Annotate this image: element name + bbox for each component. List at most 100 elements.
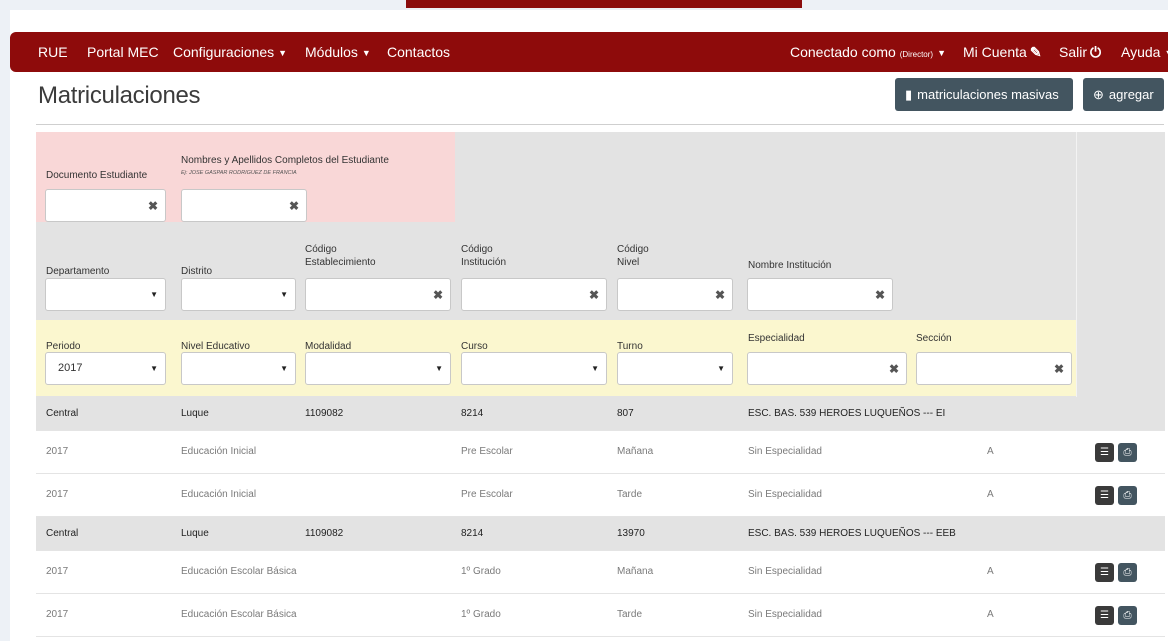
clear-icon[interactable]: ✖ [715, 288, 725, 302]
nav-item-contactos[interactable]: Contactos [387, 32, 450, 72]
title-divider [36, 124, 1164, 125]
cell-curso: 1º Grado [461, 609, 501, 620]
group-row: Central Luque 1109082 8214 807 ESC. BAS.… [36, 397, 1165, 431]
label-line: Nivel [617, 257, 640, 268]
list-icon[interactable]: ☰ [1095, 486, 1114, 505]
navbar: RUE Portal MEC Configuraciones ▼ Módulos ▼… [10, 32, 1168, 72]
label-line: Institución [461, 257, 507, 268]
clear-icon[interactable]: ✖ [589, 288, 599, 302]
cell-curso: Pre Escolar [461, 489, 513, 500]
dropdown-arrow-icon: ▼ [435, 364, 443, 373]
documento-input[interactable]: ✖ [45, 189, 166, 222]
table-row: 2017 Educación Escolar Básica 1º Grado M… [36, 551, 1165, 594]
nav-label: Módulos [305, 44, 358, 60]
label-line: Establecimiento [305, 257, 376, 268]
print-icon[interactable]: ⎙ [1118, 606, 1137, 625]
print-icon[interactable]: ⎙ [1118, 486, 1137, 505]
list-icon[interactable]: ☰ [1095, 443, 1114, 462]
nav-item-portal-mec[interactable]: Portal MEC [87, 32, 159, 72]
connected-label: Conectado como [790, 44, 896, 60]
account-label: Mi Cuenta [963, 44, 1027, 60]
clear-icon[interactable]: ✖ [889, 362, 899, 376]
connected-role: (Director) [899, 50, 934, 59]
connected-as-menu[interactable]: Conectado como (Director) ▼ [790, 32, 946, 72]
logout-link[interactable]: Salir ⏻ [1059, 32, 1101, 72]
print-icon[interactable]: ⎙ [1118, 443, 1137, 462]
logout-label: Salir [1059, 44, 1088, 60]
cell-turno: Tarde [617, 609, 643, 620]
table-row: 2017 Educación Escolar Básica 1º Grado T… [36, 594, 1165, 637]
cell-turno: Tarde [617, 489, 643, 500]
dropdown-arrow-icon: ▼ [150, 290, 158, 299]
caret-down-icon: ▼ [937, 48, 946, 58]
group-cod-nivel: 13970 [617, 528, 645, 539]
clear-icon[interactable]: ✖ [875, 288, 885, 302]
column-divider [1076, 132, 1077, 397]
group-cod-institucion: 8214 [461, 528, 484, 539]
list-icon[interactable]: ☰ [1095, 606, 1114, 625]
button-label: agregar [1108, 87, 1154, 102]
field-value: 2017 [58, 362, 83, 374]
top-strip [406, 0, 802, 8]
cell-especialidad: Sin Especialidad [748, 489, 822, 500]
dropdown-arrow-icon: ▼ [591, 364, 599, 373]
modalidad-select[interactable]: ▼ [305, 352, 451, 385]
help-menu[interactable]: Ayuda▼ [1121, 32, 1168, 72]
nombre-institucion-input[interactable]: ✖ [747, 278, 893, 311]
group-nombre: ESC. BAS. 539 HEROES LUQUEÑOS --- EEB [748, 528, 956, 539]
cell-especialidad: Sin Especialidad [748, 446, 822, 457]
clear-icon[interactable]: ✖ [433, 288, 443, 302]
nav-item-modulos[interactable]: Módulos ▼ [305, 32, 371, 72]
departamento-select[interactable]: ▼ [45, 278, 166, 311]
nav-item-rue[interactable]: RUE [38, 32, 68, 72]
my-account-link[interactable]: Mi Cuenta ✎ [963, 32, 1042, 72]
label-line: Código [461, 244, 493, 255]
cell-periodo: 2017 [46, 609, 69, 620]
help-label: Ayuda [1121, 44, 1161, 60]
cell-nivel: Educación Escolar Básica [181, 566, 297, 577]
label-line: Código [305, 244, 337, 255]
especialidad-input[interactable]: ✖ [747, 352, 907, 385]
list-icon[interactable]: ☰ [1095, 563, 1114, 582]
cod-institucion-label: Código Institución [461, 243, 506, 269]
plus-circle-icon: ⊕ [1093, 87, 1104, 102]
seccion-input[interactable]: ✖ [916, 352, 1072, 385]
label-line: Código [617, 244, 649, 255]
print-icon[interactable]: ⎙ [1118, 563, 1137, 582]
clear-icon[interactable]: ✖ [148, 199, 158, 213]
nombres-input[interactable]: ✖ [181, 189, 307, 222]
dropdown-arrow-icon: ▼ [280, 364, 288, 373]
cell-curso: Pre Escolar [461, 446, 513, 457]
group-row: Central Luque 1109082 8214 13970 ESC. BA… [36, 517, 1165, 551]
group-cod-institucion: 8214 [461, 408, 484, 419]
group-cod-nivel: 807 [617, 408, 634, 419]
cod-nivel-label: Código Nivel [617, 243, 649, 269]
caret-down-icon: ▼ [361, 48, 371, 58]
distrito-select[interactable]: ▼ [181, 278, 296, 311]
cell-especialidad: Sin Especialidad [748, 609, 822, 620]
clear-icon[interactable]: ✖ [289, 199, 299, 213]
cell-seccion: A [987, 609, 994, 620]
dropdown-arrow-icon: ▼ [150, 364, 158, 373]
cell-curso: 1º Grado [461, 566, 501, 577]
clear-icon[interactable]: ✖ [1054, 362, 1064, 376]
table-row: 2017 Educación Inicial Pre Escolar Mañan… [36, 431, 1165, 474]
departamento-label: Departamento [46, 266, 110, 277]
caret-down-icon: ▼ [1164, 33, 1168, 73]
nivel-educativo-select[interactable]: ▼ [181, 352, 296, 385]
curso-select[interactable]: ▼ [461, 352, 607, 385]
cod-establecimiento-input[interactable]: ✖ [305, 278, 451, 311]
cod-nivel-input[interactable]: ✖ [617, 278, 733, 311]
caret-down-icon: ▼ [278, 48, 288, 58]
cell-nivel: Educación Inicial [181, 489, 257, 500]
cod-institucion-input[interactable]: ✖ [461, 278, 607, 311]
turno-select[interactable]: ▼ [617, 352, 733, 385]
cell-periodo: 2017 [46, 566, 69, 577]
nombre-institucion-label: Nombre Institución [748, 260, 832, 271]
especialidad-label: Especialidad [748, 333, 805, 344]
periodo-select[interactable]: 2017 ▼ [45, 352, 166, 385]
nav-item-configuraciones[interactable]: Configuraciones ▼ [173, 32, 287, 72]
group-distrito: Luque [181, 408, 209, 419]
mass-enrollment-button[interactable]: ▮ matriculaciones masivas [895, 78, 1073, 111]
add-button[interactable]: ⊕ agregar [1083, 78, 1164, 111]
